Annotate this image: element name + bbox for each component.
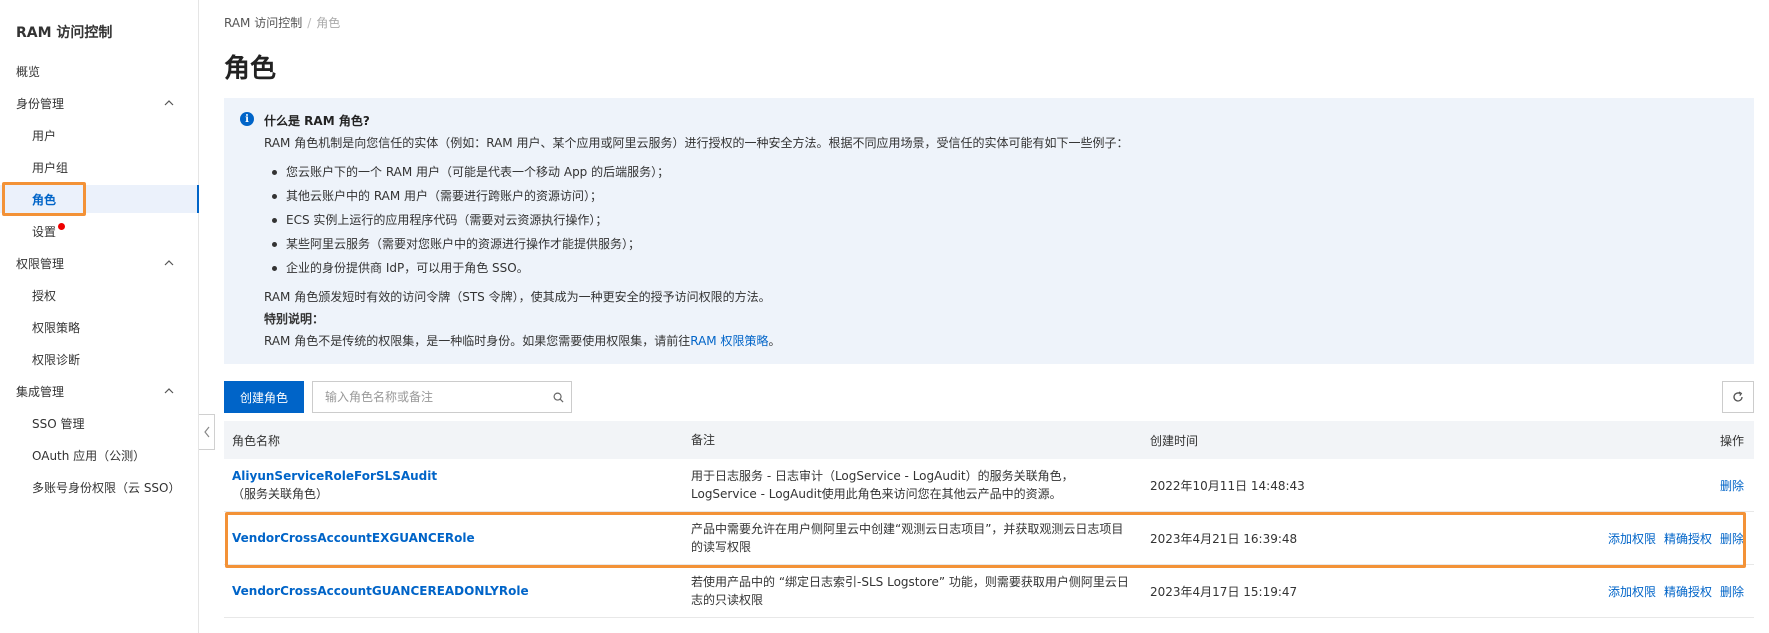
sidebar-group-integration[interactable]: 集成管理 — [0, 377, 198, 405]
sidebar-item-sso[interactable]: SSO 管理 — [0, 409, 198, 437]
sidebar-item-diagnosis[interactable]: 权限诊断 — [0, 345, 198, 373]
sidebar-item-grants[interactable]: 授权 — [0, 281, 198, 309]
refresh-icon — [1733, 391, 1743, 402]
chevron-up-icon — [164, 100, 174, 106]
info-intro: RAM 角色机制是向您信任的实体（例如：RAM 用户、某个应用或阿里云服务）进行… — [264, 136, 1129, 150]
role-type-label: （服务关联角色） — [232, 486, 329, 501]
sidebar-item-policies[interactable]: 权限策略 — [0, 313, 198, 341]
list-item: 其他云账户中的 RAM 用户（需要进行跨账户的资源访问）； — [272, 184, 1738, 208]
role-name-cell: AliyunServiceRoleForSLSAudit （服务关联角色） — [224, 469, 683, 502]
sidebar-group-permissions[interactable]: 权限管理 — [0, 249, 198, 277]
app-title: RAM 访问控制 — [16, 25, 113, 41]
column-header-name: 角色名称 — [232, 433, 281, 448]
sidebar-item-label: 多账号身份权限（云 SSO） — [32, 480, 181, 495]
info-sts: RAM 角色颁发短时有效的访问令牌（STS 令牌），使其成为一种更安全的授予访问… — [264, 290, 771, 304]
sidebar-item-roles[interactable]: 角色 — [0, 185, 199, 213]
role-note: 产品中需要允许在用户侧阿里云中创建“观测云日志项目”，并获取观测云日志项目的读写… — [691, 522, 1124, 554]
role-name-cell: VendorCrossAccountEXGUANCERole — [224, 531, 683, 545]
breadcrumb-current: 角色 — [316, 16, 341, 30]
sidebar-item-user-groups[interactable]: 用户组 — [0, 153, 198, 181]
list-item: ECS 实例上运行的应用程序代码（需要对云资源执行操作）； — [272, 208, 1738, 232]
sidebar-item-label: 权限策略 — [32, 320, 81, 335]
sidebar-item-label: 权限诊断 — [32, 352, 81, 367]
sidebar-group-identity[interactable]: 身份管理 — [0, 89, 198, 117]
info-icon: i — [240, 112, 254, 126]
search-icon[interactable] — [545, 382, 571, 412]
info-special-body: RAM 角色不是传统的权限集，是一种临时身份。如果您需要使用权限集，请前往 — [264, 334, 691, 348]
role-note: 若使用产品中的 “绑定日志索引-SLS Logstore” 功能，则需要获取用户… — [691, 575, 1129, 607]
role-name-link[interactable]: VendorCrossAccountEXGUANCERole — [232, 531, 683, 545]
role-name-cell: VendorCrossAccountGUANCEREADONLYRole — [224, 584, 683, 598]
breadcrumb-separator: / — [307, 16, 312, 30]
delete-link[interactable]: 删除 — [1720, 477, 1744, 494]
breadcrumb-root[interactable]: RAM 访问控制 — [224, 16, 302, 30]
add-permission-link[interactable]: 添加权限 — [1608, 530, 1656, 547]
table-row: VendorCrossAccountGUANCEREADONLYRole 若使用… — [224, 565, 1754, 618]
roles-table: 角色名称 备注 创建时间 操作 AliyunServiceRoleForSLSA… — [224, 421, 1754, 618]
list-item: 您云账户下的一个 RAM 用户（可能是代表一个移动 App 的后端服务）； — [272, 160, 1738, 184]
list-item: 企业的身份提供商 IdP，可以用于角色 SSO。 — [272, 256, 1738, 280]
role-name-link[interactable]: AliyunServiceRoleForSLSAudit — [232, 469, 683, 483]
search-input[interactable] — [313, 382, 545, 412]
role-actions: 添加权限 精确授权 删除 — [1492, 530, 1754, 547]
sidebar-item-label: SSO 管理 — [32, 416, 85, 431]
breadcrumb: RAM 访问控制 / 角色 — [224, 14, 340, 31]
sidebar-item-label: 身份管理 — [16, 96, 65, 111]
role-created: 2023年4月21日 16:39:48 — [1150, 531, 1298, 546]
chevron-up-icon — [164, 260, 174, 266]
info-special-text: RAM 角色不是传统的权限集，是一种临时身份。如果您需要使用权限集，请前往RAM… — [264, 330, 1738, 352]
chevron-left-icon — [203, 426, 209, 438]
precise-grant-link[interactable]: 精确授权 — [1664, 530, 1712, 547]
info-bullet-list: 您云账户下的一个 RAM 用户（可能是代表一个移动 App 的后端服务）； 其他… — [272, 160, 1738, 280]
delete-link[interactable]: 删除 — [1720, 583, 1744, 600]
ram-policy-link[interactable]: RAM 权限策略 — [690, 334, 768, 348]
add-permission-link[interactable]: 添加权限 — [1608, 583, 1656, 600]
notification-dot — [58, 222, 66, 230]
sidebar-item-users[interactable]: 用户 — [0, 121, 198, 149]
role-name-link[interactable]: VendorCrossAccountGUANCEREADONLYRole — [232, 584, 683, 598]
role-actions: 添加权限 精确授权 删除 — [1492, 583, 1754, 600]
chevron-up-icon — [164, 388, 174, 394]
sidebar-item-overview[interactable]: 概览 — [0, 57, 198, 85]
delete-link[interactable]: 删除 — [1720, 530, 1744, 547]
create-role-button[interactable]: 创建角色 — [224, 381, 304, 413]
info-special-end: 。 — [768, 334, 781, 348]
role-actions: 删除 — [1492, 477, 1754, 494]
sidebar-item-label: 授权 — [32, 288, 57, 303]
column-header-actions: 操作 — [1492, 432, 1754, 449]
search-box — [312, 381, 572, 413]
sidebar-item-label: 角色 — [32, 192, 57, 207]
role-created: 2023年4月17日 15:19:47 — [1150, 584, 1298, 599]
info-panel: i 什么是 RAM 角色? RAM 角色机制是向您信任的实体（例如：RAM 用户… — [224, 98, 1754, 364]
refresh-button[interactable] — [1722, 381, 1754, 413]
sidebar-item-cloud-sso[interactable]: 多账号身份权限（云 SSO） — [0, 473, 198, 501]
sidebar-item-label: OAuth 应用（公测） — [32, 448, 146, 463]
sidebar-item-label: 用户 — [32, 128, 57, 143]
column-header-note: 备注 — [691, 433, 716, 447]
sidebar-item-settings[interactable]: 设置 — [0, 217, 198, 245]
sidebar-item-label: 用户组 — [32, 160, 69, 175]
info-title: 什么是 RAM 角色? — [264, 114, 370, 128]
list-item: 某些阿里云服务（需要对您账户中的资源进行操作才能提供服务）； — [272, 232, 1738, 256]
sidebar-item-label: 概览 — [16, 64, 41, 79]
table-header: 角色名称 备注 创建时间 操作 — [224, 421, 1754, 459]
sidebar-collapse-button[interactable] — [199, 414, 215, 450]
column-header-actions-label: 操作 — [1719, 433, 1744, 448]
column-header-created: 创建时间 — [1150, 433, 1199, 448]
sidebar-item-label: 设置 — [32, 224, 57, 239]
role-note: 用于日志服务 - 日志审计（LogService - LogAudit）的服务关… — [691, 469, 1074, 501]
sidebar-item-oauth[interactable]: OAuth 应用（公测） — [0, 441, 198, 469]
precise-grant-link[interactable]: 精确授权 — [1664, 583, 1712, 600]
info-special-title: 特别说明： — [264, 312, 325, 326]
table-row: VendorCrossAccountEXGUANCERole 产品中需要允许在用… — [224, 512, 1754, 565]
sidebar: RAM 访问控制 概览 身份管理 用户 用户组 角色 设置 权限管理 授权 权限… — [0, 0, 199, 633]
sidebar-item-label: 集成管理 — [16, 384, 65, 399]
page-title: 角色 — [224, 54, 277, 84]
sidebar-item-label: 权限管理 — [16, 256, 65, 271]
table-row: AliyunServiceRoleForSLSAudit （服务关联角色） 用于… — [224, 459, 1754, 512]
role-created: 2022年10月11日 14:48:43 — [1150, 478, 1305, 493]
